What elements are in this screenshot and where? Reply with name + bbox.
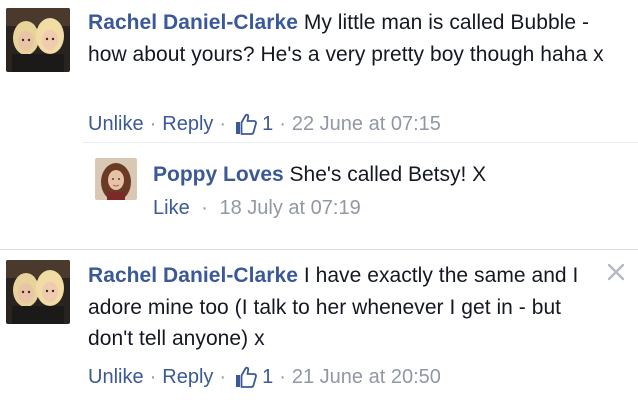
thumbs-up-icon[interactable] [234,112,258,136]
like-count[interactable]: 1 [262,366,273,389]
separator: · [219,112,227,135]
reply-button[interactable]: Reply [162,366,213,389]
separator: · [149,365,157,388]
avatar[interactable] [6,8,70,72]
avatar[interactable] [6,260,70,324]
reply-author-link[interactable]: Poppy Loves [153,163,284,186]
reply-avatar[interactable] [95,158,137,200]
comment-actions: Unlike · Reply · 1 · 22 June at 07:15 [88,112,441,136]
reply-button[interactable]: Reply [162,113,213,136]
separator: · [219,365,227,388]
avatar-photo-icon [6,260,70,324]
like-count[interactable]: 1 [262,113,273,136]
reply-text: She's called Betsy! X [289,163,487,186]
like-button[interactable]: Like [153,197,190,219]
avatar-photo-icon [6,8,70,72]
reply-body: Poppy Loves She's called Betsy! X [153,159,486,190]
comment-divider [0,249,638,250]
unlike-button[interactable]: Unlike [88,366,144,389]
close-icon[interactable] [606,262,626,282]
thumbs-up-icon[interactable] [234,365,258,389]
avatar-photo-icon [95,158,137,200]
separator: · [279,365,286,388]
comment-body: Rachel Daniel-Clarke My little man is ca… [88,7,618,70]
reply-timestamp[interactable]: 18 July at 07:19 [220,197,361,219]
comment-timestamp[interactable]: 21 June at 20:50 [292,366,441,389]
comment-body: Rachel Daniel-Clarke I have exactly the … [88,260,603,355]
separator: · [279,112,286,135]
separator: · [201,197,208,219]
unlike-button[interactable]: Unlike [88,113,144,136]
separator: · [149,112,157,135]
comment-author-link[interactable]: Rachel Daniel-Clarke [88,11,298,34]
comment-author-link[interactable]: Rachel Daniel-Clarke [88,264,298,287]
reply-divider [83,142,638,143]
reply-actions: Like · 18 July at 07:19 [153,197,361,220]
comment-timestamp[interactable]: 22 June at 07:15 [292,113,441,136]
comment-actions: Unlike · Reply · 1 · 21 June at 20:50 [88,365,441,389]
